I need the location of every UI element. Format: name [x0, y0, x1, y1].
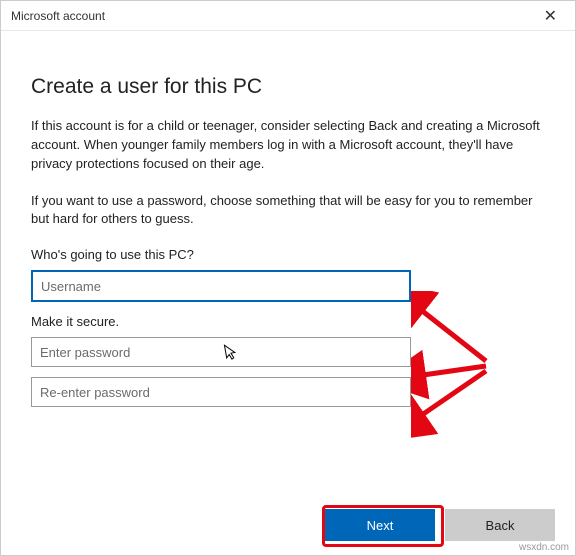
back-button[interactable]: Back: [445, 509, 555, 541]
content-area: Create a user for this PC If this accoun…: [1, 31, 575, 407]
next-button[interactable]: Next: [325, 509, 435, 541]
dialog-window: Microsoft account ✕ Create a user for th…: [0, 0, 576, 556]
close-icon[interactable]: ✕: [536, 6, 565, 26]
button-row: Next Back: [325, 509, 555, 541]
info-paragraph-1: If this account is for a child or teenag…: [31, 117, 545, 174]
page-heading: Create a user for this PC: [31, 75, 545, 99]
username-label: Who's going to use this PC?: [31, 247, 545, 262]
reenter-password-input[interactable]: [31, 377, 411, 407]
titlebar: Microsoft account ✕: [1, 1, 575, 31]
info-paragraph-2: If you want to use a password, choose so…: [31, 192, 545, 230]
username-input[interactable]: [31, 270, 411, 302]
secure-label: Make it secure.: [31, 314, 545, 329]
password-input[interactable]: [31, 337, 411, 367]
watermark: wsxdn.com: [519, 542, 569, 553]
window-title: Microsoft account: [11, 9, 536, 23]
